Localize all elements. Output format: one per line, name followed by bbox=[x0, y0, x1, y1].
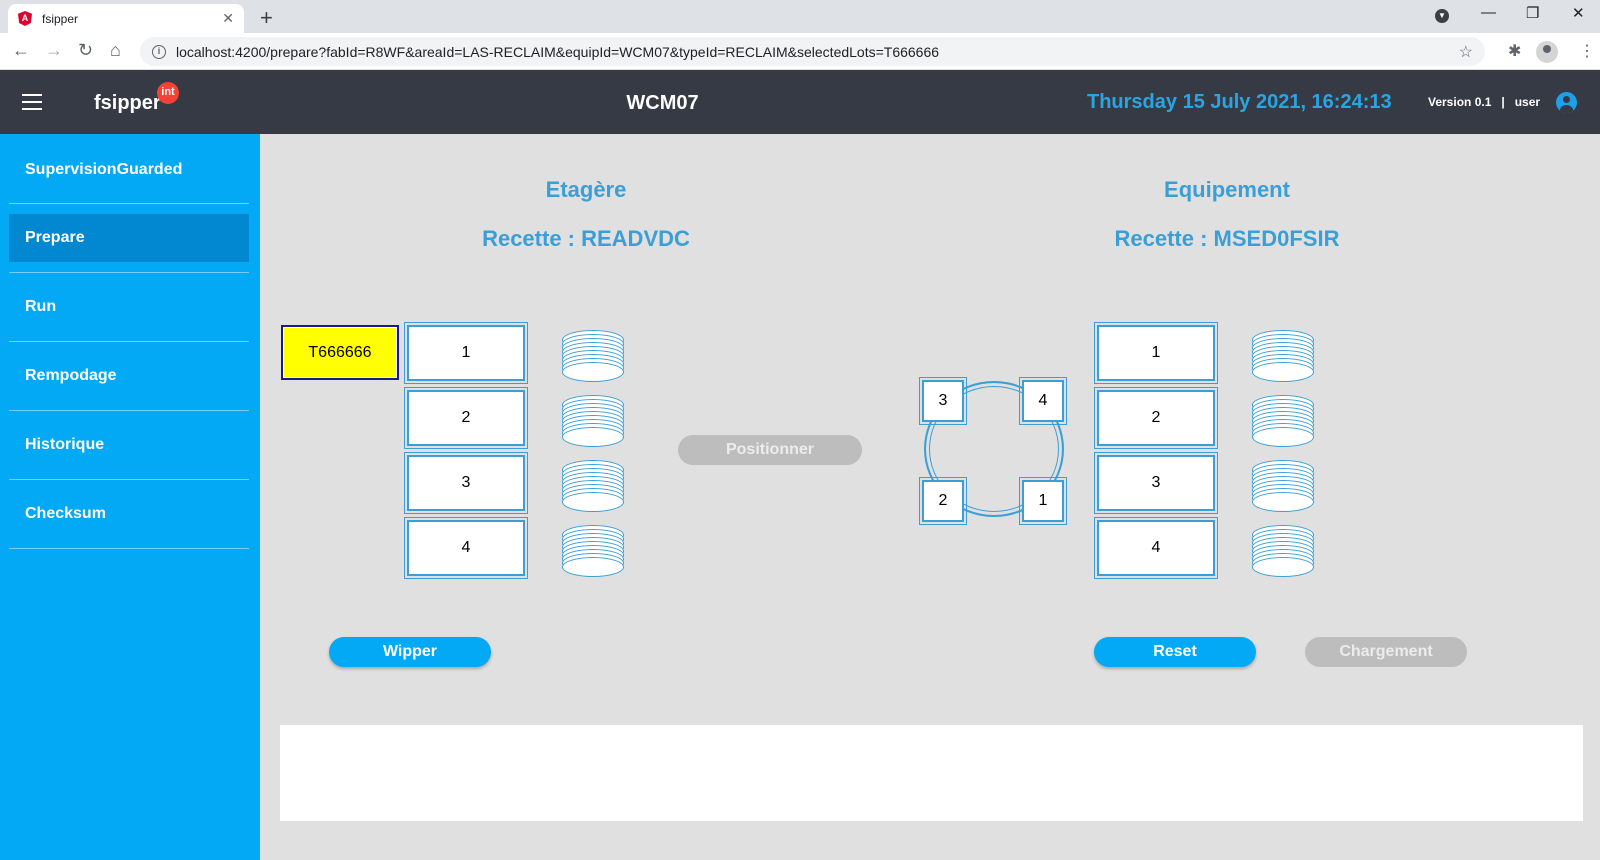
wafer-disc bbox=[1252, 557, 1314, 577]
selected-lot[interactable]: T666666 bbox=[281, 325, 399, 380]
ring-slot[interactable]: 2 bbox=[919, 477, 967, 525]
app-toolbar: fsipper int WCM07 Thursday 15 July 2021,… bbox=[0, 70, 1600, 134]
ring-slot[interactable]: 1 bbox=[1019, 477, 1067, 525]
puzzle-icon[interactable]: ✱ bbox=[1508, 41, 1521, 61]
sidebar-item-run[interactable]: Run bbox=[9, 283, 249, 331]
tab-title: fsipper bbox=[42, 11, 79, 26]
sidebar: SupervisionGuarded Prepare Run Rempodage… bbox=[0, 134, 260, 860]
close-icon[interactable]: ✕ bbox=[222, 10, 234, 27]
shelf-slot[interactable]: 1 bbox=[404, 322, 528, 384]
wafer-disc bbox=[1252, 492, 1314, 512]
wafer-stack-icon bbox=[1252, 525, 1316, 577]
chargement-button[interactable]: Chargement bbox=[1305, 637, 1467, 667]
wafer-disc bbox=[562, 492, 624, 512]
wafer-stack-icon bbox=[562, 525, 626, 577]
sidebar-divider bbox=[9, 548, 249, 549]
restore-icon[interactable]: ❐ bbox=[1526, 4, 1539, 22]
sidebar-divider bbox=[9, 410, 249, 411]
equipment-slot[interactable]: 3 bbox=[1094, 452, 1218, 514]
sidebar-divider bbox=[9, 341, 249, 342]
shelf-slot[interactable]: 4 bbox=[404, 517, 528, 579]
wafer-disc bbox=[562, 427, 624, 447]
reload-icon[interactable]: ↻ bbox=[78, 40, 93, 61]
wafer-disc bbox=[1252, 427, 1314, 447]
equipment-slot[interactable]: 2 bbox=[1094, 387, 1218, 449]
equipment-section-title: Equipement bbox=[1164, 177, 1290, 202]
wafer-stack-icon bbox=[562, 395, 626, 447]
wafer-stack-icon bbox=[562, 460, 626, 512]
positionner-button[interactable]: Positionner bbox=[678, 435, 862, 465]
sidebar-item-historique[interactable]: Historique bbox=[9, 421, 249, 469]
angular-icon: A bbox=[18, 11, 32, 26]
star-icon[interactable]: ☆ bbox=[1459, 42, 1473, 62]
close-window-icon[interactable]: ✕ bbox=[1572, 4, 1585, 22]
sidebar-divider bbox=[9, 272, 249, 273]
wafer-disc bbox=[562, 557, 624, 577]
datetime-display: Thursday 15 July 2021, 16:24:13 bbox=[1087, 91, 1392, 113]
plus-icon[interactable]: + bbox=[260, 5, 273, 31]
equipment-recipe: Recette : MSED0FSIR bbox=[1114, 226, 1340, 251]
sidebar-item-checksum[interactable]: Checksum bbox=[9, 490, 249, 538]
forward-icon[interactable]: → bbox=[45, 40, 63, 61]
browser-tab-bar: A fsipper ✕ + ▼ — ❐ ✕ bbox=[0, 0, 1600, 33]
url-text: localhost:4200/prepare?fabId=R8WF&areaId… bbox=[176, 43, 940, 60]
wafer-stack-icon bbox=[1252, 395, 1316, 447]
minimize-icon[interactable]: — bbox=[1481, 4, 1496, 21]
back-icon[interactable]: ← bbox=[12, 40, 30, 61]
reset-button[interactable]: Reset bbox=[1094, 637, 1256, 667]
home-icon[interactable]: ⌂ bbox=[110, 40, 121, 61]
sidebar-item-prepare[interactable]: Prepare bbox=[9, 214, 249, 262]
version-user-label: Version 0.1 | user bbox=[1428, 95, 1541, 109]
wipper-button[interactable]: Wipper bbox=[329, 637, 491, 667]
sidebar-item-supervisionguarded[interactable]: SupervisionGuarded bbox=[9, 146, 249, 194]
wafer-stack-icon bbox=[1252, 460, 1316, 512]
more-icon[interactable]: ⋮ bbox=[1579, 41, 1595, 61]
chevron-down-icon[interactable]: ▼ bbox=[1435, 9, 1449, 23]
wafer-stack-icon bbox=[562, 330, 626, 382]
sidebar-divider bbox=[9, 479, 249, 480]
browser-tab[interactable]: A fsipper ✕ bbox=[8, 4, 244, 33]
wafer-disc bbox=[1252, 362, 1314, 382]
equipment-slot[interactable]: 1 bbox=[1094, 322, 1218, 384]
wafer-disc bbox=[562, 362, 624, 382]
wafer-stack-icon bbox=[1252, 330, 1316, 382]
info-icon[interactable]: i bbox=[152, 44, 166, 59]
message-panel bbox=[280, 725, 1583, 821]
ring-slot[interactable]: 4 bbox=[1019, 377, 1067, 425]
shelf-slot[interactable]: 3 bbox=[404, 452, 528, 514]
ring-slot[interactable]: 3 bbox=[919, 377, 967, 425]
url-field[interactable]: i localhost:4200/prepare?fabId=R8WF&area… bbox=[140, 37, 1485, 66]
browser-address-bar: ← → ↻ ⌂ i localhost:4200/prepare?fabId=R… bbox=[0, 33, 1600, 70]
profile-icon[interactable] bbox=[1536, 41, 1558, 63]
shelf-recipe: Recette : READVDC bbox=[482, 226, 690, 251]
sidebar-divider bbox=[9, 203, 249, 204]
sidebar-item-rempodage[interactable]: Rempodage bbox=[9, 352, 249, 400]
shelf-slot[interactable]: 2 bbox=[404, 387, 528, 449]
account-icon[interactable] bbox=[1556, 92, 1577, 113]
shelf-title: Etagère bbox=[545, 177, 627, 202]
equipment-slot[interactable]: 4 bbox=[1094, 517, 1218, 579]
